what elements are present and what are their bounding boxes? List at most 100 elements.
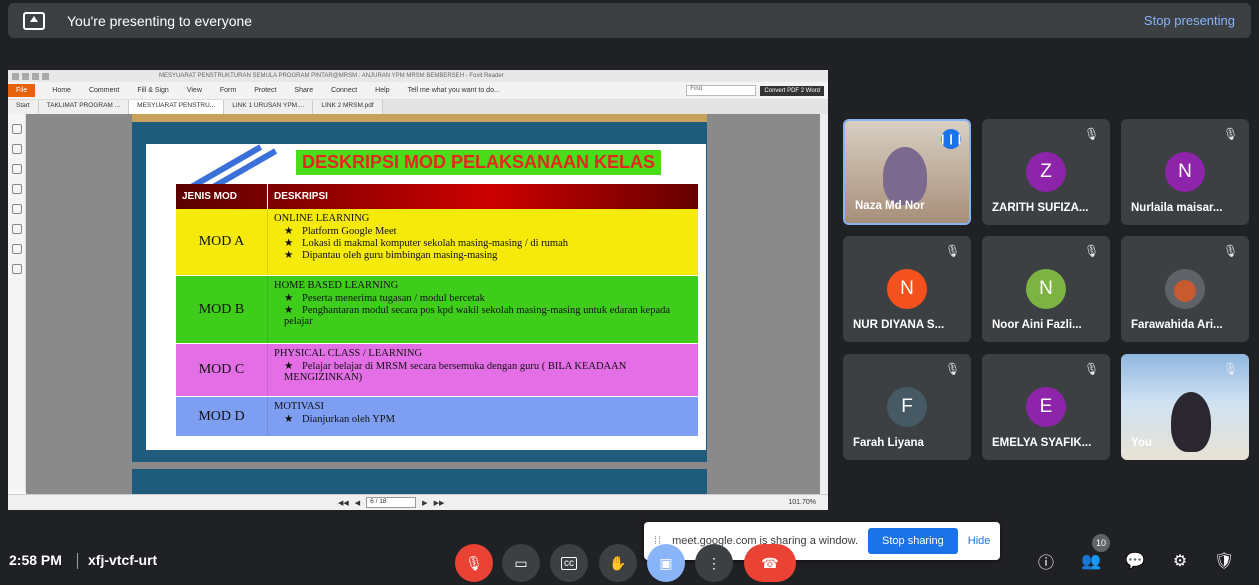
- table-row: MOD D MOTIVASI Dianjurkan oleh YPM: [176, 397, 698, 437]
- pdf-window-title: MESYUARAT PENSTRUKTURAN SEMULA PROGRAM P…: [159, 73, 504, 79]
- menu-connect[interactable]: Connect: [331, 87, 357, 94]
- mod-description: PHYSICAL CLASS / LEARNING Pelajar belaja…: [268, 344, 698, 396]
- slide-title: DESKRIPSI MOD PELAKSANAAN KELAS: [296, 150, 662, 175]
- list-item: Dipantau oleh guru bimbingan masing-masi…: [284, 249, 692, 261]
- participant-tile[interactable]: 🎙 N Noor Aini Fazli...: [982, 236, 1110, 342]
- participant-tile-self[interactable]: 🎙 You: [1121, 354, 1249, 460]
- pdf-ribbon: File Home Comment Fill & Sign View Form …: [8, 82, 828, 100]
- presenting-banner: You're presenting to everyone Stop prese…: [8, 3, 1251, 38]
- tab-mesyuarat[interactable]: MESYUARAT PENSTRU...: [129, 100, 225, 114]
- chat-icon[interactable]: 💬: [1124, 550, 1146, 572]
- participant-name: ZARITH SUFIZA...: [992, 202, 1089, 214]
- participant-tile[interactable]: 🎙 F Farah Liyana: [843, 354, 971, 460]
- mod-label: MOD A: [176, 209, 268, 275]
- zoom-level[interactable]: 101.70%: [788, 499, 816, 506]
- menu-view[interactable]: View: [187, 87, 202, 94]
- next-page-edge: [132, 469, 707, 494]
- last-page-icon[interactable]: ▶▶: [434, 499, 445, 507]
- info-icon[interactable]: ⓘ: [1035, 550, 1057, 572]
- previous-page-edge: [132, 114, 707, 122]
- captions-button[interactable]: cc: [550, 544, 588, 582]
- participant-name: EMELYA SYAFIK...: [992, 437, 1092, 449]
- participant-name: NUR DIYANA S...: [853, 319, 945, 331]
- attachment-icon[interactable]: [12, 204, 22, 214]
- avatar: F: [887, 387, 927, 427]
- quick-access-icon[interactable]: [12, 72, 19, 80]
- menu-comment[interactable]: Comment: [89, 87, 119, 94]
- present-icon: [23, 11, 45, 30]
- speaking-indicator-icon: ❙❙❙: [938, 129, 964, 149]
- mic-off-icon: 🎙: [1084, 127, 1100, 141]
- camera-toggle-button[interactable]: ▭: [502, 544, 540, 582]
- participant-tile[interactable]: 🎙 N Nurlaila maisar...: [1121, 119, 1249, 225]
- tab-link1[interactable]: LINK 1 URUSAN YPM....: [224, 100, 314, 114]
- menu-protect[interactable]: Protect: [254, 87, 276, 94]
- mic-off-icon: 🎙: [945, 244, 961, 258]
- menu-form[interactable]: Form: [220, 87, 236, 94]
- mic-off-icon: 🎙: [1223, 244, 1239, 258]
- signature-icon[interactable]: [12, 224, 22, 234]
- file-menu[interactable]: File: [8, 84, 36, 97]
- mic-off-icon: 🎙: [1223, 362, 1239, 376]
- table-row: MOD C PHYSICAL CLASS / LEARNING Pelajar …: [176, 344, 698, 397]
- tab-taklimat[interactable]: TAKLIMAT PROGRAM ...: [38, 100, 130, 114]
- mode-table: JENIS MOD DESKRIPSI MOD A ONLINE LEARNIN…: [176, 184, 698, 437]
- prev-page-icon[interactable]: ◀: [355, 499, 360, 507]
- mic-off-icon: 🎙: [1084, 362, 1100, 376]
- table-row: MOD B HOME BASED LEARNING Peserta meneri…: [176, 276, 698, 344]
- participant-tile[interactable]: 🎙 N NUR DIYANA S...: [843, 236, 971, 342]
- bookmark-icon[interactable]: [12, 144, 22, 154]
- tab-start[interactable]: Start: [8, 100, 39, 114]
- quick-access-icon[interactable]: [32, 72, 39, 80]
- people-icon[interactable]: 👥: [1080, 550, 1102, 572]
- find-input[interactable]: Find: [686, 85, 757, 96]
- raise-hand-button[interactable]: ✋: [599, 544, 637, 582]
- hand-icon: ✋: [609, 554, 627, 571]
- menu-help[interactable]: Help: [375, 87, 389, 94]
- activities-icon[interactable]: ⚙: [1169, 550, 1191, 572]
- quick-access-icon[interactable]: [42, 72, 49, 80]
- participant-tile[interactable]: 🎙 E EMELYA SYAFIK...: [982, 354, 1110, 460]
- mod-label: MOD C: [176, 344, 268, 396]
- convert-button[interactable]: Convert PDF 2 Word: [760, 85, 824, 96]
- pages-icon[interactable]: [12, 124, 22, 134]
- participant-name: Farawahida Ari...: [1131, 319, 1223, 331]
- first-page-icon[interactable]: ◀◀: [338, 499, 349, 507]
- mic-toggle-button[interactable]: 🎙: [455, 544, 493, 582]
- list-item: Platform Google Meet: [284, 225, 692, 237]
- menu-share[interactable]: Share: [294, 87, 313, 94]
- list-item: Dianjurkan oleh YPM: [284, 413, 692, 425]
- mic-off-icon: 🎙: [1223, 127, 1239, 141]
- avatar: E: [1026, 387, 1066, 427]
- pdf-statusbar: ◀◀ ◀ 6 / 18 ▶ ▶▶ 101.70%: [8, 494, 828, 510]
- list-item: Peserta menerima tugasan / modul berceta…: [284, 292, 692, 304]
- avatar: Z: [1026, 152, 1066, 192]
- stop-presenting-button[interactable]: Stop presenting: [1144, 13, 1235, 28]
- pdf-viewer[interactable]: DESKRIPSI MOD PELAKSANAAN KELAS JENIS MO…: [26, 114, 820, 494]
- quick-access-icon[interactable]: [22, 72, 29, 80]
- menu-fill-sign[interactable]: Fill & Sign: [137, 87, 169, 94]
- participant-name: Naza Md Nor: [855, 200, 925, 212]
- participant-tile[interactable]: 🎙 Farawahida Ari...: [1121, 236, 1249, 342]
- next-page-icon[interactable]: ▶: [422, 499, 427, 507]
- host-controls-icon[interactable]: 🛡: [1213, 550, 1235, 572]
- lock-icon[interactable]: [12, 244, 22, 254]
- tools-icon[interactable]: [12, 264, 22, 274]
- avatar: N: [887, 269, 927, 309]
- mod-heading: MOTIVASI: [274, 401, 324, 412]
- clock: 2:58 PM: [9, 552, 62, 568]
- participant-tile[interactable]: ❙❙❙ Naza Md Nor: [843, 119, 971, 225]
- layers-icon[interactable]: [12, 164, 22, 174]
- header-jenis-mod: JENIS MOD: [176, 184, 268, 209]
- table-header: JENIS MOD DESKRIPSI: [176, 184, 698, 209]
- tell-me-field[interactable]: Tell me what you want to do...: [408, 87, 500, 94]
- leave-call-button[interactable]: ☎: [744, 544, 796, 582]
- more-options-button[interactable]: ⋮: [695, 544, 733, 582]
- comments-icon[interactable]: [12, 184, 22, 194]
- tab-link2[interactable]: LINK 2 MRSM.pdf: [313, 100, 383, 114]
- menu-home[interactable]: Home: [52, 87, 71, 94]
- present-button[interactable]: ▣: [647, 544, 685, 582]
- page-number-input[interactable]: 6 / 18: [366, 497, 417, 508]
- vertical-scrollbar[interactable]: [820, 114, 828, 494]
- participant-tile[interactable]: 🎙 Z ZARITH SUFIZA...: [982, 119, 1110, 225]
